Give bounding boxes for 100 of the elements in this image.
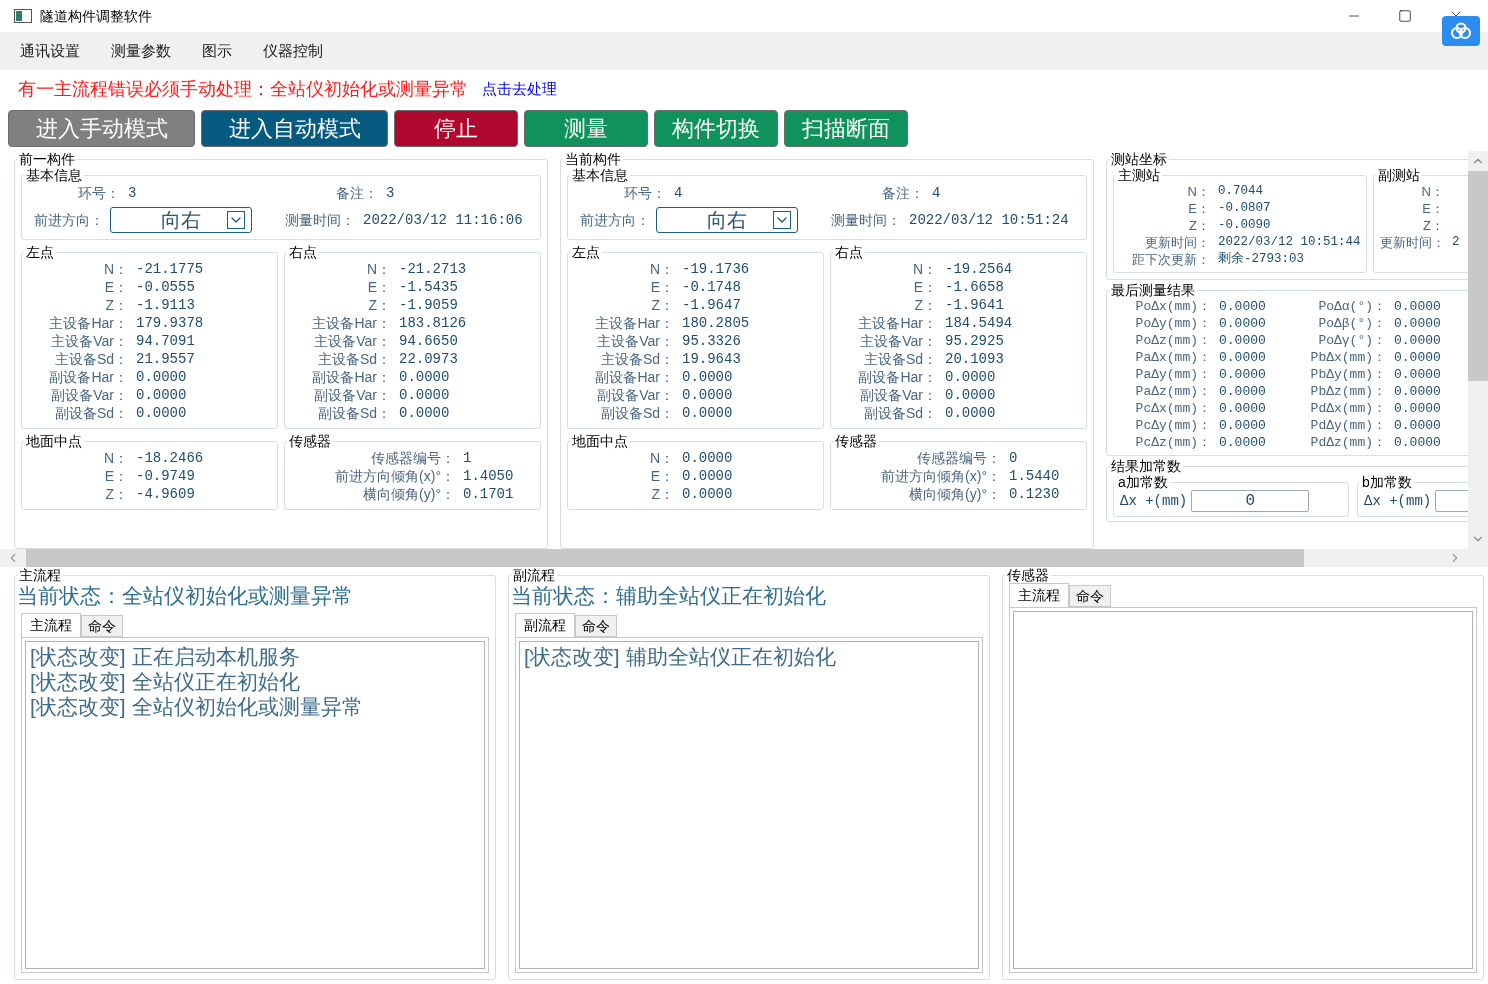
- field-label: 传感器编号：: [916, 449, 1001, 467]
- field-label: PoΔγ(°)：: [1317, 332, 1386, 349]
- log-line: [状态改变] 全站仪正在初始化: [30, 669, 301, 694]
- field-value: 0.0000: [682, 449, 733, 467]
- field-value: 0.0000: [1394, 349, 1441, 366]
- field-value: 0.0000: [1394, 383, 1441, 400]
- field-value: -0.0807: [1218, 200, 1271, 217]
- tab[interactable]: 命令: [575, 615, 617, 637]
- field-label: N：: [1420, 183, 1444, 200]
- field-value: 2022/03/12 10:51:24: [909, 211, 1069, 230]
- field-value: 0.0000: [1394, 332, 1441, 349]
- field-label: Z：: [650, 485, 674, 503]
- field-label: 主设备Har：: [857, 314, 937, 332]
- field-value: 0.0000: [1394, 434, 1441, 451]
- window-title: 隧道构件调整软件: [40, 6, 152, 26]
- field-label: PbΔz(mm)：: [1309, 383, 1386, 400]
- direction-dropdown[interactable]: 向右: [656, 207, 798, 233]
- status-text: 当前状态：全站仪初始化或测量异常: [17, 583, 354, 609]
- group-title: 基本信息: [571, 167, 629, 183]
- field-value: 22.0973: [399, 350, 458, 368]
- field-label: 备注：: [336, 184, 378, 203]
- field-label: E：: [1187, 200, 1210, 217]
- field-label: Z：: [1422, 217, 1444, 234]
- field-label: 距下次更新：: [1131, 251, 1210, 268]
- field-label: 主设备Var：: [313, 332, 391, 350]
- field-label: N：: [648, 449, 674, 467]
- field-label: 主设备Sd：: [862, 350, 937, 368]
- field-label: 更新时间：: [1144, 234, 1210, 251]
- tab[interactable]: 命令: [81, 615, 123, 637]
- field-label: E：: [912, 278, 937, 296]
- field-value: 19.9643: [682, 350, 741, 368]
- field-value: 95.3326: [682, 332, 741, 350]
- group-title: 测站坐标: [1110, 151, 1168, 167]
- menu-item[interactable]: 通讯设置: [20, 39, 80, 63]
- group-title: 右点: [288, 244, 318, 260]
- field-label: 副设备Var：: [313, 386, 391, 404]
- group-title: 右点: [834, 244, 864, 260]
- direction-dropdown[interactable]: 向右: [110, 207, 252, 233]
- field-label: N：: [102, 449, 128, 467]
- menu-item[interactable]: 测量参数: [111, 39, 171, 63]
- toolbar-button[interactable]: 测量: [524, 110, 648, 147]
- field-label: PdΔy(mm)：: [1309, 417, 1386, 434]
- field-value: 0.7044: [1218, 183, 1263, 200]
- field-label: E：: [649, 278, 674, 296]
- field-label: 主设备Var：: [596, 332, 674, 350]
- toolbar-button[interactable]: 进入手动模式: [8, 110, 195, 147]
- field-value: -19.1736: [682, 260, 750, 278]
- field-value: 0.0000: [136, 368, 187, 386]
- field-value: 0.0000: [1394, 315, 1441, 332]
- group-title: 副流程: [512, 567, 556, 583]
- field-value: 4: [932, 184, 941, 203]
- field-label: PbΔx(mm)：: [1309, 349, 1386, 366]
- cloud-app-icon[interactable]: [1442, 16, 1480, 46]
- field-label: 更新时间：: [1380, 234, 1444, 251]
- field-label: 主设备Har：: [594, 314, 674, 332]
- handle-link[interactable]: 点击去处理: [482, 77, 557, 101]
- tab[interactable]: 主流程: [21, 613, 81, 637]
- field-value: 94.6650: [399, 332, 458, 350]
- menu-item[interactable]: 图示: [202, 39, 232, 63]
- field-label: 主设备Har：: [48, 314, 128, 332]
- field-value: 0.0000: [945, 404, 996, 422]
- field-label: PcΔz(mm)：: [1134, 434, 1211, 451]
- field-value: -19.2564: [945, 260, 1013, 278]
- field-label: PaΔy(mm)：: [1134, 366, 1211, 383]
- field-label: PdΔx(mm)：: [1309, 400, 1386, 417]
- field-label: 副设备Var：: [859, 386, 937, 404]
- field-value: -1.9059: [399, 296, 458, 314]
- field-label: PbΔy(mm)：: [1309, 366, 1386, 383]
- tab[interactable]: 主流程: [1009, 583, 1069, 607]
- field-value: 0.0000: [1219, 417, 1266, 434]
- tab[interactable]: 命令: [1069, 585, 1111, 607]
- field-label: 副设备Sd：: [599, 404, 674, 422]
- toolbar-button[interactable]: 构件切换: [654, 110, 778, 147]
- field-value: 0.1701: [463, 485, 514, 503]
- menu-item[interactable]: 仪器控制: [263, 39, 323, 63]
- field-label: 测量时间：: [285, 211, 355, 230]
- field-value: -0.9749: [136, 467, 195, 485]
- field-label: N：: [911, 260, 937, 278]
- tab[interactable]: 副流程: [515, 613, 575, 637]
- field-label: 主设备Var：: [50, 332, 128, 350]
- field-label: 主设备Sd：: [53, 350, 128, 368]
- scroll-thumb[interactable]: [1468, 171, 1488, 381]
- toolbar-button[interactable]: 扫描断面: [784, 110, 908, 147]
- group-title: 副测站: [1377, 167, 1421, 183]
- maximize-icon[interactable]: [1398, 9, 1412, 23]
- field-label: PoΔα(°)：: [1317, 298, 1386, 315]
- field-value: 0.0000: [1394, 298, 1441, 315]
- field-value: 0.0000: [399, 386, 450, 404]
- field-label: E：: [1421, 200, 1444, 217]
- field-value: 0.0000: [399, 404, 450, 422]
- field-value: 0.0000: [1394, 366, 1441, 383]
- group-title: 前一构件: [18, 151, 76, 167]
- toolbar-button[interactable]: 进入自动模式: [201, 110, 388, 147]
- vertical-scrollbar[interactable]: [1468, 151, 1488, 549]
- field-value: 179.9378: [136, 314, 204, 332]
- field-label: 测量时间：: [831, 211, 901, 230]
- input-field[interactable]: 0: [1191, 490, 1310, 512]
- field-label: 主设备Var：: [859, 332, 937, 350]
- toolbar-button[interactable]: 停止: [394, 110, 518, 147]
- field-label: PoΔy(mm)：: [1134, 315, 1211, 332]
